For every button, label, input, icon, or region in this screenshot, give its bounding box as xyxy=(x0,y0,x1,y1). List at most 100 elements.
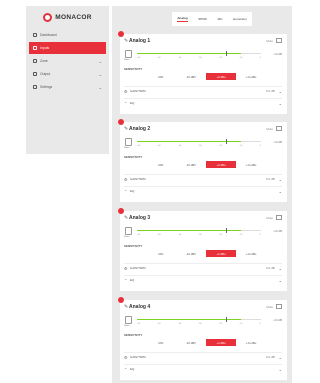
pencil-icon[interactable]: ✎ xyxy=(124,215,128,221)
sensitivity-option[interactable]: +14 dBu xyxy=(236,161,266,168)
tab-generator[interactable]: Generator xyxy=(233,17,247,21)
gain-trim-value: 0.0 dB xyxy=(265,266,275,270)
sidebar-item-label: Settings xyxy=(40,85,53,89)
sensitivity-selector: MIC -10 dBV +4 dBu +14 dBu xyxy=(146,250,266,257)
meter-tick-label: -40 xyxy=(177,323,182,325)
mute-toggle-icon[interactable] xyxy=(276,38,282,43)
zone-icon xyxy=(33,59,37,63)
meter-tick-label: -60 xyxy=(137,323,141,325)
sensitivity-option[interactable]: MIC xyxy=(146,339,176,346)
meter-tick-label: -60 xyxy=(137,234,141,236)
meter-tick-label: -50 xyxy=(157,57,161,59)
sidebar-item-settings[interactable]: Settings ⌄ xyxy=(29,81,106,93)
meter-ticks: -60 -50 -40 -30 -20 -10 0 xyxy=(137,57,261,61)
mute-label: Mute xyxy=(266,127,273,131)
eq-row[interactable]: ⌃ EQ ⌄ xyxy=(124,98,282,107)
mute-label: Mute xyxy=(266,216,273,220)
gain-trim-row[interactable]: ⚙ GAIN/TRIM 0.0 dB ⌄ xyxy=(124,174,282,183)
level-slider-handle[interactable] xyxy=(226,51,228,56)
gain-trim-row[interactable]: ⚙ GAIN/TRIM 0.0 dB ⌄ xyxy=(124,352,282,361)
sidebar-item-inputs[interactable]: Inputs xyxy=(29,42,106,54)
meter-caption: Meter xyxy=(124,59,130,61)
meter-button[interactable] xyxy=(125,138,132,146)
tab-spdif[interactable]: SPDIF xyxy=(198,17,207,21)
pencil-icon[interactable]: ✎ xyxy=(124,304,128,310)
meter-caption: Meter xyxy=(124,147,130,149)
eq-row[interactable]: ⌃ EQ ⌄ xyxy=(124,275,282,284)
mute-toggle-icon[interactable] xyxy=(276,215,282,220)
sensitivity-option[interactable]: +4 dBu xyxy=(206,250,236,257)
sensitivity-option[interactable]: -10 dBV xyxy=(176,161,206,168)
sidebar-item-dashboard[interactable]: Dashboard xyxy=(29,29,106,41)
mute-toggle-icon[interactable] xyxy=(276,126,282,131)
level-slider-handle[interactable] xyxy=(226,139,228,144)
meter-tick-label: -10 xyxy=(239,234,243,236)
eq-row[interactable]: ⌃ EQ ⌄ xyxy=(124,186,282,195)
gain-trim-row[interactable]: ⚙ GAIN/TRIM 0.0 dB ⌄ xyxy=(124,263,282,272)
meter-button[interactable] xyxy=(125,316,132,324)
sensitivity-selector: MIC -10 dBV +4 dBu +14 dBu xyxy=(146,73,266,80)
status-badge xyxy=(118,208,124,214)
level-slider-handle[interactable] xyxy=(226,228,228,233)
meter-tick-label: -20 xyxy=(218,323,222,325)
channel-title: Analog 3 xyxy=(129,215,151,221)
eq-row[interactable]: ⌃ EQ ⌄ xyxy=(124,364,282,373)
meter-tick-label: -30 xyxy=(198,323,202,325)
status-badge xyxy=(118,119,124,125)
eq-label: EQ xyxy=(130,101,135,105)
gain-trim-row[interactable]: ⚙ GAIN/TRIM 0.0 dB ⌄ xyxy=(124,86,282,95)
sidebar-item-label: Dashboard xyxy=(40,33,57,37)
meter-tick-label: -10 xyxy=(239,145,243,147)
sidebar-item-output[interactable]: Output ⌄ xyxy=(29,68,106,80)
sidebar-nav: Dashboard Inputs Zone ⌄ Output ⌄ Settings ⌄ xyxy=(26,29,109,93)
sensitivity-option[interactable]: MIC xyxy=(146,161,176,168)
pencil-icon[interactable]: ✎ xyxy=(124,38,128,44)
chevron-down-icon: ⌄ xyxy=(98,84,102,90)
sensitivity-option[interactable]: +4 dBu xyxy=(206,161,236,168)
sensitivity-option[interactable]: MIC xyxy=(146,250,176,257)
sensitivity-option[interactable]: +14 dBu xyxy=(236,339,266,346)
chevron-down-icon: ⌄ xyxy=(278,100,282,106)
meter-tick-label: -60 xyxy=(137,145,141,147)
sensitivity-option[interactable]: -10 dBV xyxy=(176,73,206,80)
meter-tick-label: 0 xyxy=(259,145,261,147)
sensitivity-option[interactable]: +4 dBu xyxy=(206,73,236,80)
gain-trim-label: GAIN/TRIM xyxy=(130,177,146,181)
channel-title: Analog 1 xyxy=(129,38,151,44)
sidebar: MONACOR Dashboard Inputs Zone ⌄ Output ⌄ Setti… xyxy=(26,6,109,154)
pencil-icon[interactable]: ✎ xyxy=(124,126,128,132)
sidebar-item-zone[interactable]: Zone ⌄ xyxy=(29,55,106,67)
tab-mic[interactable]: Mic xyxy=(218,17,223,21)
sensitivity-option[interactable]: +14 dBu xyxy=(236,250,266,257)
gain-trim-value: 0.0 dB xyxy=(265,177,275,181)
dashboard-icon xyxy=(33,33,37,37)
sensitivity-option[interactable]: +4 dBu xyxy=(206,339,236,346)
channel-title: Analog 2 xyxy=(129,126,151,132)
sidebar-item-label: Inputs xyxy=(40,46,50,50)
gain-trim-label: GAIN/TRIM xyxy=(130,89,146,93)
sensitivity-option[interactable]: MIC xyxy=(146,73,176,80)
status-badge xyxy=(118,297,124,303)
chevron-down-icon: ⌄ xyxy=(278,188,282,194)
level-slider-handle[interactable] xyxy=(226,317,228,322)
meter-button[interactable] xyxy=(125,227,132,235)
sensitivity-option[interactable]: -10 dBV xyxy=(176,250,206,257)
input-tabs: Analog SPDIF Mic Generator xyxy=(172,12,252,26)
mute-toggle-icon[interactable] xyxy=(276,304,282,309)
meter-tick-label: -10 xyxy=(239,57,243,59)
sensitivity-selector: MIC -10 dBV +4 dBu +14 dBu xyxy=(146,161,266,168)
level-meter xyxy=(137,139,261,144)
chevron-down-icon: ⌄ xyxy=(278,176,282,182)
sensitivity-label: SENSITIVITY xyxy=(124,155,143,159)
brand-logo: MONACOR xyxy=(26,6,109,28)
meter-caption: Meter xyxy=(124,236,130,238)
mute-label: Mute xyxy=(266,305,273,309)
sensitivity-option[interactable]: -10 dBV xyxy=(176,339,206,346)
meter-tick-label: -60 xyxy=(137,57,141,59)
level-meter xyxy=(137,317,261,322)
tab-analog[interactable]: Analog xyxy=(177,16,188,22)
sensitivity-option[interactable]: +14 dBu xyxy=(236,73,266,80)
brand-name: MONACOR xyxy=(55,13,92,21)
meter-button[interactable] xyxy=(125,50,132,58)
mute-label: Mute xyxy=(266,39,273,43)
